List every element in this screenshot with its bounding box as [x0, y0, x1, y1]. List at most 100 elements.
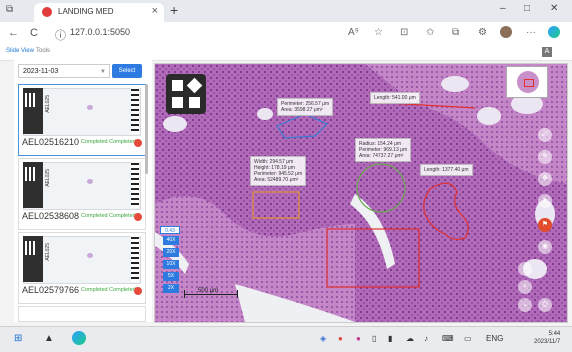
split-screen-icon[interactable]: ⊡	[400, 27, 408, 38]
tab-tools[interactable]: Tools	[36, 48, 50, 54]
keyboard-icon[interactable]: ⌨	[442, 334, 454, 343]
tab-actions-icon[interactable]: ⧉	[6, 4, 13, 15]
annotation-text: Area: 74737.27 μm²	[359, 153, 404, 159]
slide-id: AEL02538608	[22, 211, 80, 221]
move-icon[interactable]: ✥	[538, 172, 552, 186]
back-icon[interactable]: ←	[8, 27, 19, 39]
slide-list-scrollbar[interactable]	[145, 84, 148, 174]
logo-square	[172, 80, 183, 91]
profile-avatar[interactable]	[500, 26, 512, 38]
zoom-40x-button[interactable]: 40X	[163, 236, 179, 245]
document-icon[interactable]: ▯	[372, 334, 376, 343]
url-field[interactable]: 127.0.0.1:5050	[70, 27, 130, 37]
annotation-text: Length: 1377.40 μm	[424, 167, 469, 173]
zoom-2x-button[interactable]: 2X	[163, 284, 179, 293]
edge-browser-icon[interactable]	[72, 331, 86, 345]
app-logo	[166, 74, 206, 114]
close-window-icon[interactable]: ✕	[550, 3, 558, 14]
navigate-icon[interactable]: ➤	[538, 194, 552, 208]
slide-status: Completed Completed	[81, 213, 136, 219]
date-value: 2023-11-03	[23, 68, 59, 75]
zoom-20x-button[interactable]: 20X	[163, 248, 179, 257]
chevron-down-icon[interactable]: ⌄	[518, 298, 532, 312]
read-aloud-icon[interactable]: A⁹	[348, 27, 359, 38]
barcode-icon	[131, 162, 139, 208]
app-sub-bar	[0, 46, 572, 61]
slide-viewer[interactable]	[154, 63, 568, 323]
app-tray-icon[interactable]: ●	[338, 334, 343, 343]
system-clock[interactable]: 5:44 2023/11/7	[534, 330, 560, 346]
display-icon[interactable]: ▭	[464, 334, 472, 343]
flag-icon[interactable]: ⚑	[538, 218, 552, 232]
freehand-annotation-label: Length: 1377.40 μm	[420, 164, 473, 176]
export-icon[interactable]: ⎙	[538, 298, 552, 312]
site-info-icon[interactable]: ⓘ	[55, 27, 66, 43]
favorite-icon[interactable]: ☆	[374, 27, 383, 38]
slide-vertical-code: AEL025	[45, 95, 51, 113]
status-badge	[134, 287, 142, 295]
line-annotation-label: Length: 541.00 μm	[370, 92, 420, 104]
pentagon-annotation-label: Perimeter: 256.57 μm Area: 3598.27 μm²	[277, 98, 334, 116]
zoom-search-icon[interactable]: ⌕	[518, 280, 532, 294]
slide-status: Completed Completed	[81, 139, 136, 145]
input-lang[interactable]: ENG	[486, 334, 503, 343]
annotation-text: Length: 541.00 μm	[374, 95, 416, 101]
logo-square	[172, 97, 183, 108]
rect-small-annotation-label: Width: 294.57 μm Height: 178.19 μm Perim…	[250, 156, 307, 186]
browser-tab[interactable]: LANDING MED ×	[34, 3, 164, 22]
cloud-icon[interactable]: ☁	[406, 334, 414, 343]
favicon-icon	[42, 7, 52, 17]
select-button[interactable]: Select	[112, 64, 142, 78]
qr-code-icon	[25, 241, 37, 255]
annotation-text: Area: 52489.70 μm²	[254, 177, 299, 183]
slide-card[interactable]: AEL025 AEL02579766 Completed Completed	[18, 232, 146, 304]
slide-minimap[interactable]	[506, 66, 548, 98]
tab-slide-view[interactable]: Slide View	[6, 48, 34, 54]
scale-line	[184, 294, 238, 295]
scale-bar: 500 μm	[184, 288, 244, 302]
lumen	[163, 116, 187, 132]
collections-icon[interactable]: ⧉	[452, 27, 459, 38]
copilot-icon[interactable]	[548, 26, 560, 38]
slide-vertical-code: AEL025	[45, 243, 51, 261]
lumen	[257, 108, 273, 120]
slide-card[interactable]: AEL025 AEL02516210 Completed Completed	[18, 84, 146, 156]
logo-diamond	[186, 77, 203, 94]
qr-code-icon	[25, 93, 37, 107]
minimize-icon[interactable]: –	[500, 3, 506, 14]
tab-close-icon[interactable]: ×	[152, 5, 158, 17]
zoom-panel: 40X 20X 10X 5X 2X	[160, 226, 180, 294]
more-menu-icon[interactable]: ···	[526, 27, 536, 38]
zoom-5x-button[interactable]: 5X	[163, 272, 179, 281]
slide-card[interactable]: AEL025 AEL02538608 Completed Completed	[18, 158, 146, 230]
tissue-image[interactable]	[155, 64, 567, 322]
app-tray-icon[interactable]: ●	[356, 334, 361, 343]
widgets-icon[interactable]: ▲	[44, 333, 54, 344]
new-tab-button[interactable]: +	[170, 2, 178, 18]
zoom-10x-button[interactable]: 10X	[163, 260, 179, 269]
tissue-thumbnail-icon	[87, 179, 93, 184]
scale-tick	[237, 290, 238, 298]
edit-icon[interactable]: ✎	[538, 150, 552, 164]
circle-annotation-label: Radius: 154.24 μm Perimeter: 969.13 μm A…	[355, 138, 412, 162]
fullscreen-icon[interactable]: ⤢	[538, 128, 552, 142]
date-select[interactable]: 2023-11-03 ▼	[18, 64, 110, 78]
shield-icon[interactable]: ◈	[320, 334, 326, 343]
start-icon[interactable]: ⊞	[14, 333, 22, 344]
tab-title: LANDING MED	[58, 7, 114, 16]
volume-icon[interactable]: ♪	[424, 334, 428, 343]
minimap-viewport[interactable]	[524, 79, 534, 87]
translate-icon[interactable]: A	[542, 47, 552, 57]
extensions-icon[interactable]: ⚙	[478, 27, 487, 38]
tissue-thumbnail-icon	[87, 105, 93, 110]
maximize-icon[interactable]: □	[524, 3, 530, 14]
eye-icon[interactable]: ◉	[538, 240, 552, 254]
slide-id: AEL02579766	[22, 285, 80, 295]
usb-icon[interactable]: ▮	[388, 334, 392, 343]
favorites-bar-icon[interactable]: ✩	[426, 27, 434, 38]
reload-icon[interactable]: C	[30, 27, 38, 39]
slide-card-partial[interactable]	[18, 306, 146, 322]
clock-time: 5:44	[548, 331, 561, 337]
status-badge	[134, 213, 142, 221]
chevron-up-icon[interactable]: ⌃	[518, 262, 532, 276]
